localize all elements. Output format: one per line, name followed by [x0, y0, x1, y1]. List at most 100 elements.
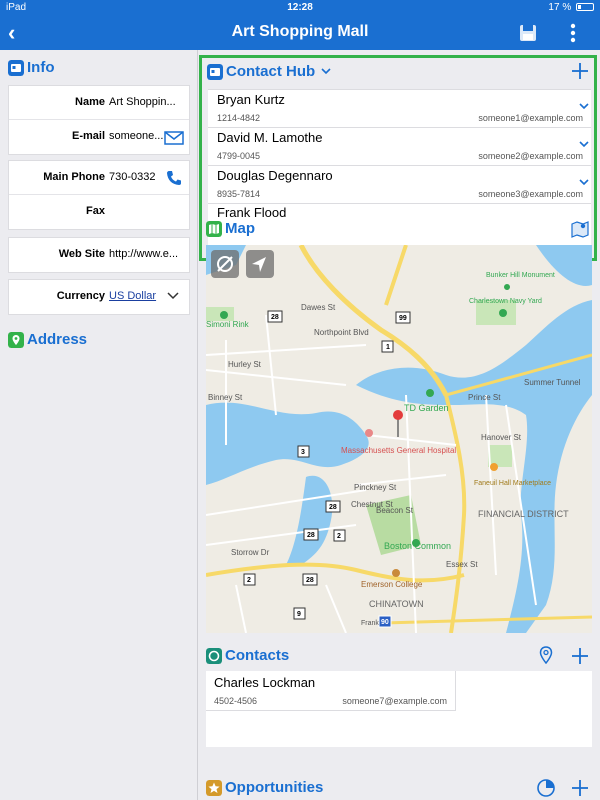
name-value: Art Shoppin... [109, 96, 176, 108]
contact-email: someone7@example.com [342, 696, 447, 706]
route-shield: 28 [306, 577, 314, 584]
map-label: Faneuil Hall Marketplace [474, 480, 551, 487]
chevron-down-icon[interactable] [579, 103, 589, 111]
list-item[interactable]: Douglas Degennaro 8935-7814 someone3@exa… [208, 166, 591, 204]
contact-card-icon [207, 63, 223, 80]
info-card-icon [8, 59, 24, 76]
route-shield: 3 [301, 449, 305, 456]
contact-hub-section: Contact Hub Bryan Kurtz 1214-4842 someon… [199, 55, 597, 261]
star-icon [206, 779, 222, 796]
route-shield: 90 [381, 619, 389, 626]
detail-panel: Contact Hub Bryan Kurtz 1214-4842 someon… [199, 50, 600, 800]
map-label: Simoni Rink [206, 320, 250, 329]
monument-poi-icon[interactable] [504, 284, 510, 290]
address-header[interactable]: Address [8, 331, 87, 348]
web-site-value: http://www.e... [109, 248, 179, 260]
currency-field[interactable]: Currency US Dollar [9, 280, 189, 314]
save-icon[interactable] [519, 24, 537, 42]
route-shield: 28 [329, 504, 337, 511]
hub-dropdown-chevron-icon[interactable] [321, 68, 331, 75]
contact-name: Douglas Degennaro [217, 168, 333, 183]
contact-email: someone1@example.com [478, 113, 583, 123]
address-map-icon [8, 331, 24, 348]
map-label: Emerson College [361, 580, 423, 589]
main-phone-field[interactable]: Main Phone 730-0332 [9, 161, 189, 195]
map-label: Charlestown Navy Yard [469, 298, 542, 305]
add-contact-hub-icon[interactable] [571, 62, 589, 80]
info-fields-group-4: Currency US Dollar [8, 279, 190, 315]
map-label: FINANCIAL DISTRICT [478, 509, 569, 519]
main-phone-label: Main Phone [43, 171, 105, 183]
contacts-header[interactable]: Contacts [206, 647, 289, 664]
map-label: TD Garden [404, 403, 449, 413]
chevron-down-icon[interactable] [167, 292, 179, 300]
email-value: someone... [109, 130, 164, 142]
info-fields-group-2: Main Phone 730-0332 Fax [8, 160, 190, 230]
email-field[interactable]: E-mail someone... [9, 120, 189, 154]
contact-phone: 1214-4842 [217, 113, 261, 123]
currency-label: Currency [56, 290, 105, 302]
contacts-list: Charles Lockman 4502-4506 someone7@examp… [206, 671, 592, 747]
more-options-icon[interactable] [566, 22, 580, 44]
mail-icon[interactable] [164, 131, 184, 145]
map-canvas[interactable]: TD Garden Massachusetts General Hospital… [206, 245, 592, 633]
contact-hub-list: Bryan Kurtz 1214-4842 someone1@example.c… [208, 89, 591, 255]
opportunities-header[interactable]: Opportunities [206, 779, 323, 796]
route-shield: 2 [247, 577, 251, 584]
chevron-down-icon[interactable] [579, 141, 589, 149]
fax-field[interactable]: Fax [9, 195, 189, 229]
pie-chart-icon[interactable] [536, 778, 556, 798]
list-item[interactable]: Frank Flood [208, 204, 591, 220]
map-settings-icon[interactable] [571, 220, 589, 238]
college-poi-icon[interactable] [392, 569, 400, 577]
map-label: Massachusetts General Hospital [341, 446, 456, 455]
list-item[interactable]: Charles Lockman 4502-4506 someone7@examp… [206, 671, 456, 711]
contact-phone: 4502-4506 [214, 696, 258, 706]
list-item[interactable]: David M. Lamothe 4799-0045 someone2@exam… [208, 128, 591, 166]
map-view[interactable]: TD Garden Massachusetts General Hospital… [206, 245, 592, 633]
contact-name: Frank Flood [217, 205, 287, 220]
name-field[interactable]: Name Art Shoppin... [9, 86, 189, 120]
map-label: Storrow Dr [231, 548, 270, 557]
contact-email: someone2@example.com [478, 151, 583, 161]
status-bar: iPad 12:28 17 % [0, 0, 600, 16]
map-label: Hanover St [481, 433, 522, 442]
td-garden-poi-icon[interactable] [426, 389, 434, 397]
navy-yard-poi-icon[interactable] [499, 309, 507, 317]
list-item[interactable]: Bryan Kurtz 1214-4842 someone1@example.c… [208, 90, 591, 128]
battery-percent: 17 % [548, 2, 572, 13]
map-label: Binney St [208, 393, 243, 402]
fax-label: Fax [86, 205, 105, 217]
chevron-down-icon[interactable] [579, 179, 589, 187]
info-panel: Info Name Art Shoppin... E-mail someone.… [0, 50, 198, 800]
contact-phone: 8935-7814 [217, 189, 261, 199]
route-shield: 9 [297, 611, 301, 618]
info-header-label: Info [27, 59, 55, 76]
contacts-section-icon [206, 647, 222, 664]
web-site-field[interactable]: Web Site http://www.e... [9, 238, 189, 272]
market-poi-icon[interactable] [490, 463, 498, 471]
battery-icon [576, 3, 594, 11]
map-label: CHINATOWN [369, 599, 424, 609]
rink-poi-icon[interactable] [220, 311, 228, 319]
map-label: Summer Tunnel [524, 378, 581, 387]
phone-icon[interactable] [166, 170, 182, 186]
route-shield: 99 [399, 315, 407, 322]
map-header[interactable]: Map [206, 220, 255, 237]
currency-value[interactable]: US Dollar [109, 290, 165, 302]
contact-hub-header[interactable]: Contact Hub [207, 63, 331, 80]
satellite-toggle-icon[interactable] [211, 250, 239, 278]
add-opportunity-icon[interactable] [571, 779, 589, 797]
battery-status: 17 % [548, 2, 594, 13]
locate-me-icon[interactable] [246, 250, 274, 278]
map-label: Boston Common [384, 541, 451, 551]
map-pin-icon[interactable] [539, 646, 553, 664]
contact-name: Bryan Kurtz [217, 92, 285, 107]
location-pin-icon[interactable] [393, 410, 403, 437]
add-contact-icon[interactable] [571, 647, 589, 665]
hospital-poi-icon[interactable] [365, 429, 373, 437]
opportunities-header-label: Opportunities [225, 779, 324, 796]
web-site-label: Web Site [58, 248, 105, 260]
clock: 12:28 [287, 2, 313, 13]
map-label: Dawes St [301, 303, 336, 312]
